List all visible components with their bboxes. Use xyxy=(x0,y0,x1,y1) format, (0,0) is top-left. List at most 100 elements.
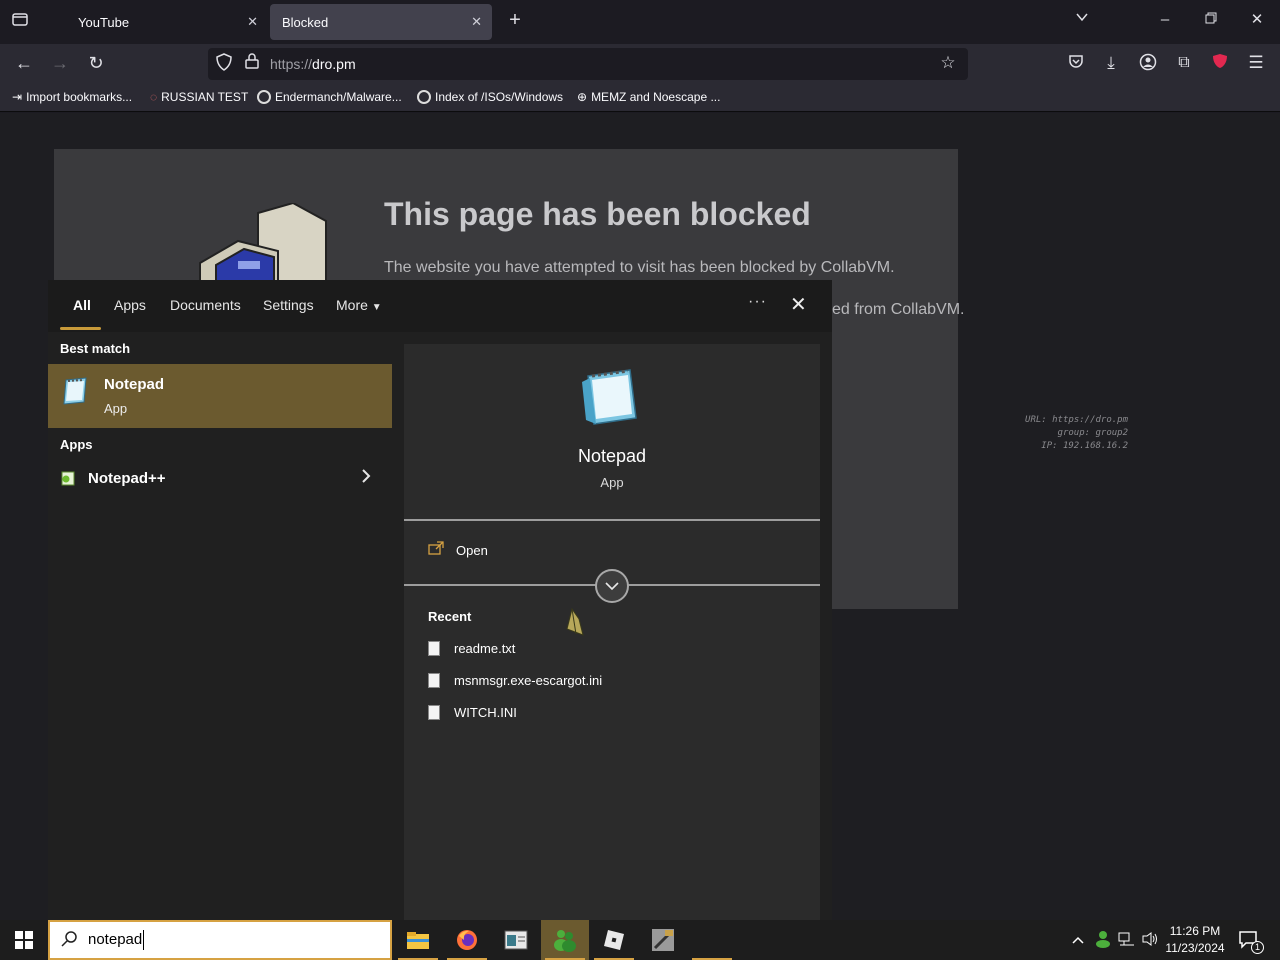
meta-url: URL: https://dro.pm xyxy=(1025,415,1128,425)
ini-file-icon xyxy=(428,705,440,720)
url-host: dro.pm xyxy=(312,56,356,72)
recent-item-label: WITCH.INI xyxy=(454,705,517,720)
close-icon[interactable]: ✕ xyxy=(471,14,482,30)
file-explorer-button[interactable] xyxy=(394,920,442,960)
close-window-icon[interactable]: ✕ xyxy=(1245,10,1269,34)
google-icon xyxy=(257,90,271,104)
import-icon: ⇥ xyxy=(12,90,23,104)
tab-underline xyxy=(60,327,101,330)
app-button[interactable] xyxy=(492,920,540,960)
best-match-name: Notepad xyxy=(104,376,164,393)
url-protocol: https:// xyxy=(270,56,313,72)
text-caret xyxy=(143,930,144,950)
star-icon[interactable]: ☆ xyxy=(936,53,960,77)
lock-icon[interactable] xyxy=(240,53,264,77)
pocket-icon[interactable] xyxy=(1064,53,1088,77)
tab-blocked[interactable]: Blocked ✕ xyxy=(270,4,492,40)
tab-all[interactable]: All xyxy=(73,297,91,313)
notepad-plus-plus-icon xyxy=(60,470,76,491)
notification-badge: 1 xyxy=(1251,941,1264,954)
menu-icon[interactable]: ☰ xyxy=(1244,53,1268,77)
shield-icon[interactable] xyxy=(212,53,236,77)
chevron-down-icon[interactable] xyxy=(1070,10,1094,34)
msn-messenger-button[interactable] xyxy=(541,920,589,960)
search-query[interactable]: notepad xyxy=(88,931,142,948)
tab-label: Blocked xyxy=(282,14,329,30)
tab-apps[interactable]: Apps xyxy=(114,297,146,313)
notepad-large-icon xyxy=(578,368,642,431)
bookmark-label: Import bookmarks... xyxy=(26,90,133,104)
tab-list-icon[interactable] xyxy=(8,10,32,34)
expand-button[interactable] xyxy=(595,569,629,603)
detail-name: Notepad xyxy=(577,446,647,466)
new-tab-icon[interactable]: + xyxy=(503,10,527,34)
chevron-right-icon[interactable] xyxy=(360,468,372,489)
bookmark-label: Index of /ISOs/Windows xyxy=(435,90,564,104)
text-file-icon xyxy=(428,641,440,656)
recent-header: Recent xyxy=(428,609,472,624)
open-icon xyxy=(428,541,444,560)
computer-illustration xyxy=(198,201,328,282)
tab-documents[interactable]: Documents xyxy=(170,297,241,313)
tab-more-label: More xyxy=(336,297,368,313)
roblox-icon xyxy=(604,930,624,950)
tools-icon xyxy=(652,929,674,951)
mouse-cursor-icon xyxy=(563,607,587,644)
divider xyxy=(404,519,820,521)
detail-type: App xyxy=(600,475,624,490)
recent-item-label: msnmsgr.exe-escargot.ini xyxy=(454,673,603,688)
url-text[interactable]: https://dro.pm xyxy=(270,56,356,72)
recent-item[interactable]: readme.txt xyxy=(428,641,515,656)
extensions-icon[interactable]: ⧉ xyxy=(1172,53,1196,77)
globe-icon: ⊕ xyxy=(577,90,588,104)
best-match-header: Best match xyxy=(60,341,131,356)
close-icon[interactable]: ✕ xyxy=(790,292,807,317)
minimize-icon[interactable]: – xyxy=(1153,10,1177,34)
close-icon[interactable]: ✕ xyxy=(247,14,258,30)
download-icon[interactable]: ⤓ xyxy=(1099,53,1123,77)
more-options-icon[interactable]: ··· xyxy=(748,293,767,311)
meta-ip: IP: 192.168.16.2 xyxy=(1041,441,1128,451)
clock-time: 11:26 PM xyxy=(1169,924,1221,938)
best-match-item[interactable] xyxy=(48,364,392,428)
tab-youtube[interactable]: YouTube ✕ xyxy=(54,4,268,40)
caret-down-icon: ▼ xyxy=(371,302,382,313)
bookmark-endermanch[interactable]: Endermanch/Malware... xyxy=(257,90,402,104)
app-item-label: Notepad++ xyxy=(88,470,166,487)
search-tabs xyxy=(48,280,832,332)
blocked-text-2: ed from CollabVM. xyxy=(832,301,965,318)
tab-more[interactable]: More ▼ xyxy=(336,297,382,313)
forward-icon[interactable]: → xyxy=(48,53,72,77)
reload-icon[interactable]: ↻ xyxy=(84,53,108,77)
bookmark-label: Endermanch/Malware... xyxy=(275,90,402,104)
firefox-icon xyxy=(457,930,477,950)
restore-icon[interactable] xyxy=(1199,10,1223,34)
bookmark-memz[interactable]: ⊕ MEMZ and Noescape ... xyxy=(577,90,720,104)
search-icon: ◌ xyxy=(150,90,158,104)
people-icon[interactable] xyxy=(1094,930,1112,953)
back-icon[interactable]: ← xyxy=(12,53,36,77)
tab-settings[interactable]: Settings xyxy=(263,297,314,313)
network-icon[interactable] xyxy=(1118,931,1136,952)
messenger-icon xyxy=(554,930,576,952)
start-button[interactable] xyxy=(0,920,48,960)
tab-label: YouTube xyxy=(78,14,130,30)
volume-icon[interactable] xyxy=(1141,931,1159,952)
blocked-text: The website you have attempted to visit … xyxy=(384,259,895,276)
ublock-icon[interactable] xyxy=(1208,53,1232,77)
recent-item[interactable]: WITCH.INI xyxy=(428,705,517,720)
chevron-up-icon[interactable] xyxy=(1071,932,1085,950)
open-label: Open xyxy=(456,543,488,558)
blocked-title: This page has been blocked xyxy=(384,196,811,232)
bookmark-isos[interactable]: Index of /ISOs/Windows xyxy=(417,90,563,104)
search-icon xyxy=(60,930,78,953)
recent-item-label: readme.txt xyxy=(454,641,516,656)
roblox-button[interactable] xyxy=(590,920,638,960)
firefox-button[interactable] xyxy=(443,920,491,960)
bookmark-import[interactable]: ⇥ Import bookmarks... xyxy=(12,90,132,104)
recent-item[interactable]: msnmsgr.exe-escargot.ini xyxy=(428,673,602,688)
bookmark-russian-test[interactable]: ◌ RUSSIAN TEST xyxy=(150,90,248,104)
account-icon[interactable] xyxy=(1136,53,1160,77)
app-button-2[interactable] xyxy=(639,920,687,960)
clock[interactable]: 11:26 PM 11/23/2024 xyxy=(1160,923,1230,957)
